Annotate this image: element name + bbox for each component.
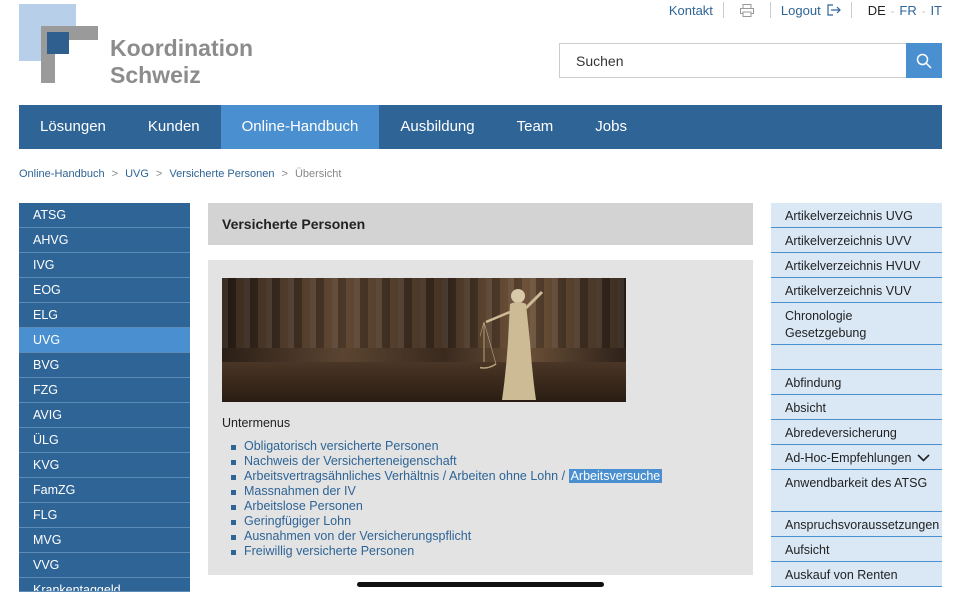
- submenu-link-arbeitsversuche[interactable]: Arbeitsversuche: [568, 469, 663, 483]
- right-item-anspruchsvoraussetzungen[interactable]: Anspruchsvoraussetzungen: [771, 512, 942, 537]
- right-item-artikelverzeichnis-hvuv[interactable]: Artikelverzeichnis HVUV: [771, 253, 942, 278]
- search-bar: [559, 43, 942, 78]
- submenu-separator: /: [442, 469, 447, 483]
- breadcrumb-separator: >: [281, 168, 288, 180]
- sidebar-item-ivg[interactable]: IVG: [19, 253, 190, 278]
- nav-jobs[interactable]: Jobs: [574, 105, 648, 149]
- search-input[interactable]: [559, 43, 906, 78]
- sidebar-item-vvg[interactable]: VVG: [19, 553, 190, 578]
- nav-team[interactable]: Team: [496, 105, 575, 149]
- breadcrumb-online-handbuch[interactable]: Online-Handbuch: [19, 168, 105, 180]
- logo-square-dark: [47, 32, 69, 54]
- lang-it[interactable]: IT: [930, 3, 942, 18]
- divider: [850, 2, 852, 18]
- breadcrumb-separator: >: [111, 168, 119, 180]
- logout-label: Logout: [780, 2, 821, 18]
- sidebar-item-famzg[interactable]: FamZG: [19, 478, 190, 503]
- right-item-abfindung[interactable]: Abfindung: [771, 370, 942, 395]
- right-item-aufsicht[interactable]: Aufsicht: [771, 537, 942, 562]
- right-item-ad-hoc-empfehlungen[interactable]: Ad-Hoc-Empfehlungen: [771, 445, 942, 470]
- sidebar-item-elg[interactable]: ELG: [19, 303, 190, 328]
- breadcrumb-separator: >: [155, 168, 163, 180]
- breadcrumb-current: Übersicht: [294, 168, 342, 180]
- sidebar-item-uelg[interactable]: ÜLG: [19, 428, 190, 453]
- sidebar-item-mvg[interactable]: MVG: [19, 528, 190, 553]
- sidebar-item-kvg[interactable]: KVG: [19, 453, 190, 478]
- search-button[interactable]: [906, 43, 942, 78]
- divider: [722, 2, 724, 18]
- breadcrumb-uvg[interactable]: UVG: [125, 168, 149, 180]
- submenu-item[interactable]: Freiwillig versicherte Personen: [231, 544, 739, 559]
- logout-icon: [827, 4, 841, 16]
- right-item-artikelverzeichnis-uvv[interactable]: Artikelverzeichnis UVV: [771, 228, 942, 253]
- hero-table: [222, 362, 626, 402]
- right-sidebar: Artikelverzeichnis UVG Artikelverzeichni…: [771, 203, 942, 587]
- lang-fr[interactable]: FR: [899, 3, 916, 18]
- nav-loesungen[interactable]: Lösungen: [19, 105, 127, 149]
- lang-de[interactable]: DE: [868, 3, 886, 18]
- sidebar-item-bvg[interactable]: BVG: [19, 353, 190, 378]
- sidebar-item-fzg[interactable]: FZG: [19, 378, 190, 403]
- submenu-heading: Untermenus: [222, 416, 291, 430]
- logo[interactable]: Koordination Schweiz: [19, 4, 259, 89]
- submenu-link-arbeiten-ohne-lohn[interactable]: Arbeiten ohne Lohn: [449, 469, 558, 483]
- print-icon[interactable]: [739, 3, 754, 17]
- logo-line-1: Koordination: [110, 35, 254, 61]
- main-nav: Lösungen Kunden Online-Handbuch Ausbildu…: [19, 105, 942, 149]
- hero-image-justitia: [222, 278, 626, 402]
- sidebar-item-ahvg[interactable]: AHVG: [19, 228, 190, 253]
- submenu-link-arbeitsvertragsaehnlich[interactable]: Arbeitsvertragsähnliches Verhältnis: [244, 469, 439, 483]
- right-item-label: Ad-Hoc-Empfehlungen: [785, 451, 912, 465]
- right-item-spacer: [771, 345, 942, 370]
- content-panel: Untermenus Obligatorisch versicherte Per…: [208, 260, 753, 575]
- right-item-auskauf-von-renten[interactable]: Auskauf von Renten: [771, 562, 942, 587]
- kontakt-link[interactable]: Kontakt: [669, 3, 713, 18]
- page-title: Versicherte Personen: [208, 203, 753, 245]
- breadcrumb-versicherte-personen[interactable]: Versicherte Personen: [169, 168, 274, 180]
- submenu-item[interactable]: Nachweis der Versicherteneigenschaft: [231, 454, 739, 469]
- hero-bookshelf: [222, 278, 626, 348]
- sidebar-item-uvg[interactable]: UVG: [19, 328, 190, 353]
- submenu-item[interactable]: Ausnahmen von der Versicherungspflicht: [231, 529, 739, 544]
- chevron-down-icon[interactable]: [917, 451, 930, 464]
- right-item-absicht[interactable]: Absicht: [771, 395, 942, 420]
- submenu-item[interactable]: Obligatorisch versicherte Personen: [231, 439, 739, 454]
- logout-link[interactable]: Logout: [781, 3, 841, 18]
- search-icon: [916, 53, 932, 69]
- right-item-anwendbarkeit-atsg[interactable]: Anwendbarkeit des ATSG: [771, 470, 942, 512]
- submenu-item[interactable]: Massnahmen der IV: [231, 484, 739, 499]
- submenu-item[interactable]: Geringfügiger Lohn: [231, 514, 739, 529]
- language-switcher: DE - FR - IT: [868, 3, 942, 18]
- justitia-statue-icon: [480, 289, 544, 400]
- sidebar-item-krankentaggeld[interactable]: Krankentaggeld: [19, 578, 190, 592]
- right-item-chronologie[interactable]: Chronologie Gesetzgebung: [771, 303, 942, 345]
- nav-kunden[interactable]: Kunden: [127, 105, 221, 149]
- sidebar-item-eog[interactable]: EOG: [19, 278, 190, 303]
- lang-separator: -: [921, 5, 926, 18]
- nav-online-handbuch[interactable]: Online-Handbuch: [220, 105, 380, 149]
- breadcrumb: Online-Handbuch > UVG > Versicherte Pers…: [19, 168, 341, 180]
- submenu-separator: /: [561, 469, 566, 483]
- lang-separator: -: [890, 5, 895, 18]
- logo-line-2: Schweiz: [110, 62, 201, 88]
- right-item-artikelverzeichnis-uvg[interactable]: Artikelverzeichnis UVG: [771, 203, 942, 228]
- submenu-list: Obligatorisch versicherte Personen Nachw…: [222, 439, 739, 559]
- sidebar-item-flg[interactable]: FLG: [19, 503, 190, 528]
- left-sidebar: ATSG AHVG IVG EOG ELG UVG BVG FZG AVIG Ü…: [19, 203, 190, 592]
- home-indicator: [357, 582, 604, 587]
- divider: [769, 2, 771, 18]
- logo-text: Koordination Schweiz: [110, 35, 253, 89]
- sidebar-item-atsg[interactable]: ATSG: [19, 203, 190, 228]
- utility-nav: Kontakt Logout DE - FR - IT: [669, 1, 942, 19]
- submenu-item[interactable]: Arbeitslose Personen: [231, 499, 739, 514]
- right-item-abredeversicherung[interactable]: Abredeversicherung: [771, 420, 942, 445]
- sidebar-item-avig[interactable]: AVIG: [19, 403, 190, 428]
- right-item-artikelverzeichnis-vuv[interactable]: Artikelverzeichnis VUV: [771, 278, 942, 303]
- submenu-item-multi: Arbeitsvertragsähnliches Verhältnis / Ar…: [231, 469, 739, 484]
- nav-ausbildung[interactable]: Ausbildung: [379, 105, 495, 149]
